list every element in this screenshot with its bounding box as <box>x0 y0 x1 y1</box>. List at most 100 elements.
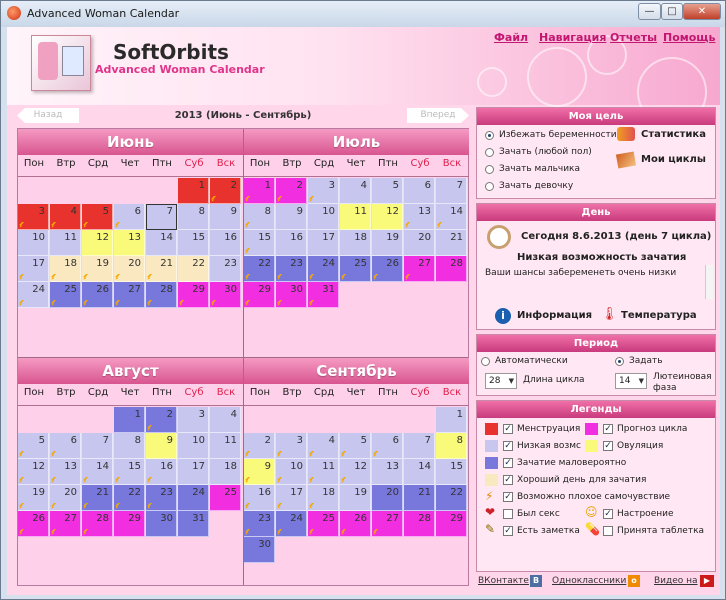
day-cell[interactable]: 6 <box>114 204 145 230</box>
day-cell[interactable]: 10 <box>308 204 339 230</box>
cycle-forecast-checkbox[interactable]: ✓ <box>603 424 613 434</box>
day-cell[interactable]: 17 <box>178 459 209 485</box>
day-cell[interactable]: 25 <box>308 511 339 537</box>
day-cell[interactable]: 10 <box>178 433 209 459</box>
thermometer-icon[interactable]: 🌡 <box>601 307 618 322</box>
day-cell[interactable]: 29 <box>244 282 275 308</box>
info-link[interactable]: Информация <box>517 310 592 321</box>
day-cell[interactable]: 21 <box>82 485 113 511</box>
day-cell[interactable]: 15 <box>178 230 209 256</box>
day-cell[interactable]: 3 <box>178 407 209 433</box>
day-cell[interactable]: 28 <box>404 511 435 537</box>
day-cell[interactable]: 8 <box>178 204 209 230</box>
day-cell[interactable]: 1 <box>436 407 467 433</box>
day-cell[interactable]: 8 <box>436 433 467 459</box>
day-cell[interactable]: 2 <box>276 178 307 204</box>
day-cell[interactable]: 20 <box>404 230 435 256</box>
day-cell[interactable]: 27 <box>404 256 435 282</box>
day-cell[interactable]: 17 <box>18 256 49 282</box>
day-cell[interactable]: 27 <box>114 282 145 308</box>
day-cell[interactable]: 12 <box>340 459 371 485</box>
day-cell[interactable]: 31 <box>178 511 209 537</box>
day-cell[interactable]: 21 <box>436 230 467 256</box>
day-cell[interactable]: 5 <box>82 204 113 230</box>
goal-radio-conceive[interactable] <box>485 148 494 157</box>
day-cell[interactable]: 24 <box>276 511 307 537</box>
day-cell[interactable]: 18 <box>340 230 371 256</box>
day-cell[interactable]: 13 <box>404 204 435 230</box>
day-cell[interactable]: 6 <box>404 178 435 204</box>
day-cell[interactable]: 30 <box>276 282 307 308</box>
day-cell[interactable]: 19 <box>82 256 113 282</box>
day-cell[interactable]: 12 <box>82 230 113 256</box>
day-cell[interactable]: 3 <box>276 433 307 459</box>
day-cell[interactable]: 7 <box>404 433 435 459</box>
day-cell[interactable]: 1 <box>114 407 145 433</box>
sex-checkbox[interactable] <box>503 509 513 519</box>
day-cell[interactable]: 27 <box>50 511 81 537</box>
day-cell[interactable]: 18 <box>50 256 81 282</box>
day-cell[interactable]: 29 <box>436 511 467 537</box>
day-cell[interactable]: 10 <box>276 459 307 485</box>
ovulation-checkbox[interactable]: ✓ <box>603 441 613 451</box>
day-cell[interactable]: 9 <box>146 433 177 459</box>
menu-navigation[interactable]: Навигация <box>539 31 606 44</box>
day-cell[interactable]: 11 <box>210 433 241 459</box>
day-cell[interactable]: 26 <box>82 282 113 308</box>
ok-link[interactable]: Одноклассники <box>552 576 626 586</box>
day-cell[interactable]: 25 <box>50 282 81 308</box>
day-cell[interactable]: 18 <box>210 459 241 485</box>
day-cell[interactable]: 30 <box>146 511 177 537</box>
day-cell[interactable]: 10 <box>18 230 49 256</box>
day-cell[interactable]: 22 <box>114 485 145 511</box>
cycles-link[interactable]: Мои циклы <box>641 154 706 165</box>
day-cell[interactable]: 13 <box>114 230 145 256</box>
day-cell[interactable]: 29 <box>178 282 209 308</box>
day-cell[interactable]: 21 <box>404 485 435 511</box>
day-cell[interactable]: 7 <box>82 433 113 459</box>
close-button[interactable]: ✕ <box>683 3 721 20</box>
day-cell[interactable]: 11 <box>340 204 371 230</box>
day-cell[interactable]: 28 <box>436 256 467 282</box>
day-cell[interactable]: 30 <box>210 282 241 308</box>
info-icon[interactable]: i <box>495 308 511 324</box>
pill-checkbox[interactable] <box>603 526 613 536</box>
day-cell[interactable]: 17 <box>276 485 307 511</box>
day-cell[interactable]: 23 <box>276 256 307 282</box>
day-cell[interactable]: 16 <box>276 230 307 256</box>
day-cell[interactable]: 24 <box>178 485 209 511</box>
day-cell[interactable]: 8 <box>114 433 145 459</box>
luteal-phase-select[interactable]: 14 <box>615 373 647 389</box>
day-cell[interactable]: 4 <box>210 407 241 433</box>
day-cell[interactable]: 25 <box>210 485 241 511</box>
period-auto-radio[interactable] <box>481 357 490 366</box>
menu-file[interactable]: Файл <box>494 31 528 44</box>
goal-radio-boy[interactable] <box>485 165 494 174</box>
day-cell[interactable]: 4 <box>308 433 339 459</box>
day-cell[interactable]: 11 <box>50 230 81 256</box>
cycle-length-select[interactable]: 28 <box>485 373 517 389</box>
day-cell[interactable]: 15 <box>244 230 275 256</box>
day-cell[interactable]: 5 <box>372 178 403 204</box>
goal-radio-girl[interactable] <box>485 182 494 191</box>
day-cell[interactable]: 19 <box>372 230 403 256</box>
day-cell[interactable]: 26 <box>18 511 49 537</box>
vk-icon[interactable]: B <box>530 575 542 587</box>
day-cell[interactable]: 16 <box>244 485 275 511</box>
day-cell[interactable]: 16 <box>210 230 241 256</box>
day-cell[interactable]: 15 <box>436 459 467 485</box>
day-cell[interactable]: 4 <box>340 178 371 204</box>
statistics-icon[interactable] <box>617 127 635 141</box>
day-cell[interactable]: 14 <box>404 459 435 485</box>
day-cell[interactable]: 18 <box>308 485 339 511</box>
day-cell[interactable]: 22 <box>436 485 467 511</box>
day-cell[interactable]: 5 <box>18 433 49 459</box>
menu-help[interactable]: Помощь <box>663 31 715 44</box>
day-cell[interactable]: 16 <box>146 459 177 485</box>
statistics-link[interactable]: Статистика <box>641 129 706 140</box>
day-cell[interactable]: 26 <box>340 511 371 537</box>
day-cell[interactable]: 22 <box>178 256 209 282</box>
day-cell[interactable]: 31 <box>308 282 339 308</box>
day-cell[interactable]: 14 <box>146 230 177 256</box>
day-cell[interactable]: 9 <box>244 459 275 485</box>
